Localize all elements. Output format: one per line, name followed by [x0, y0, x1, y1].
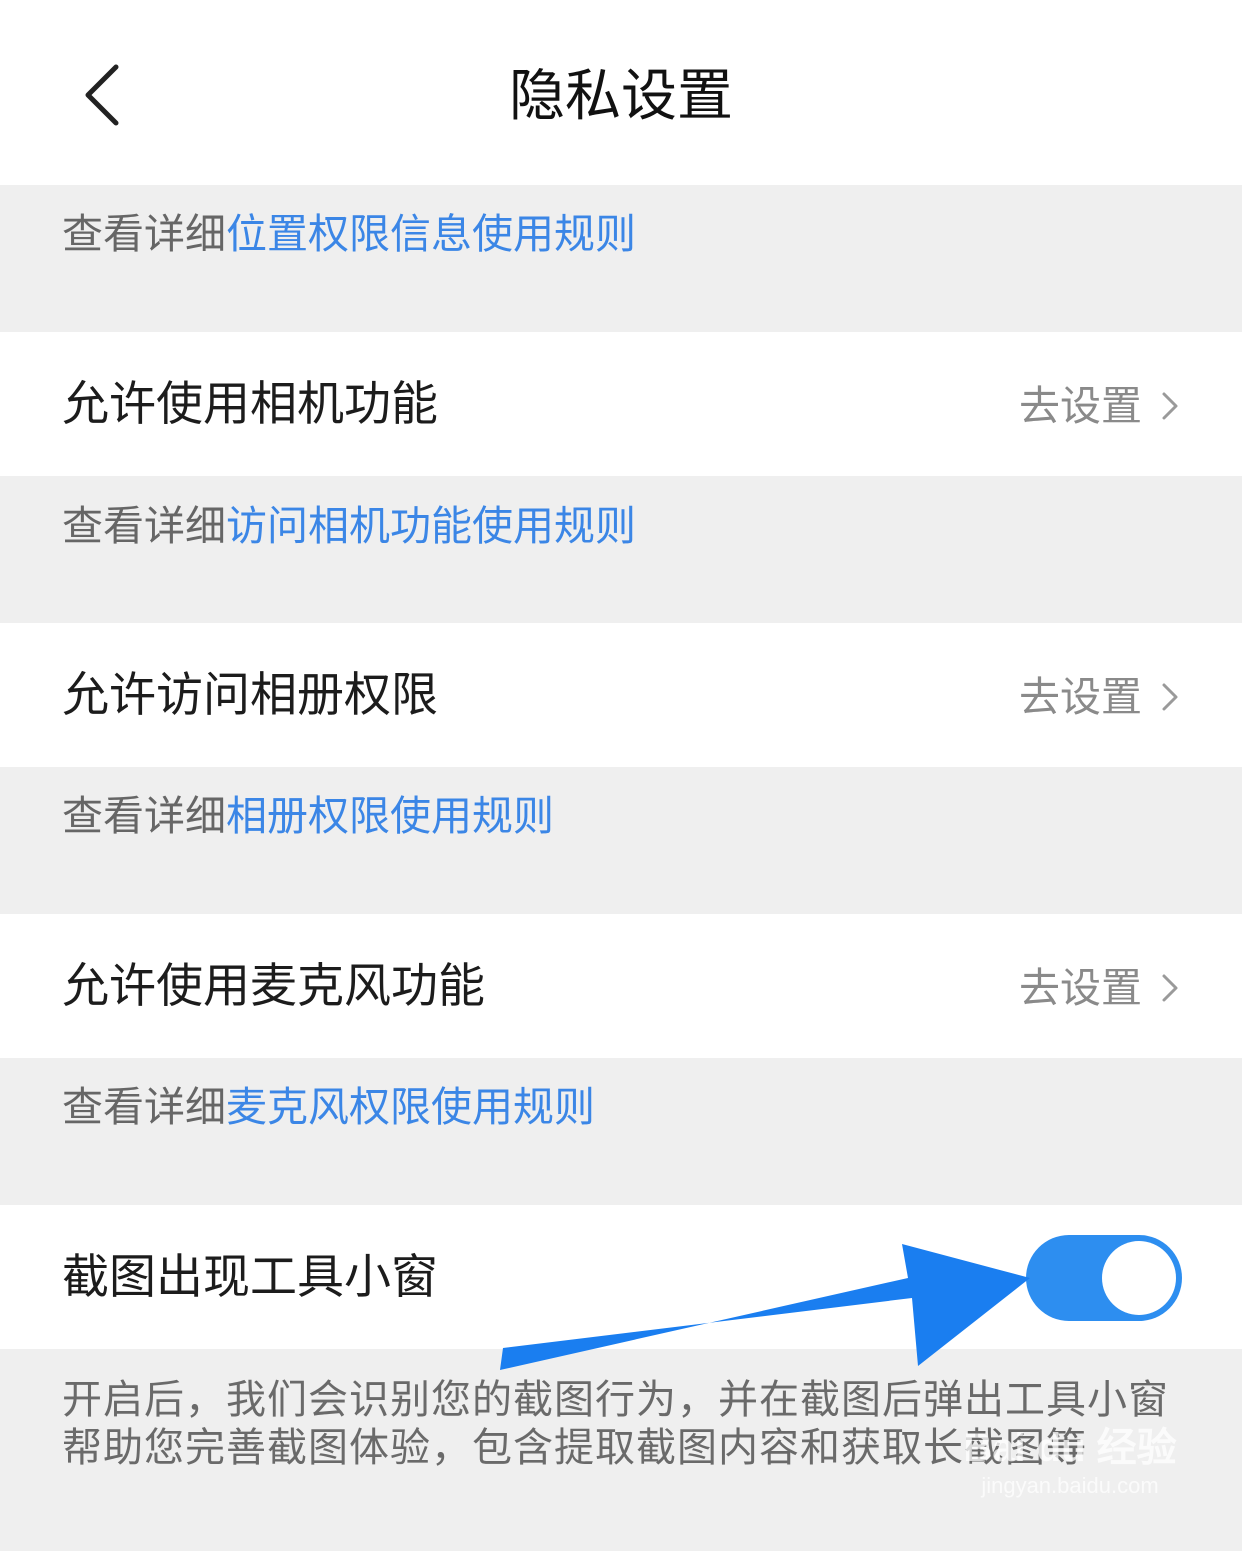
- camera-settings-link[interactable]: 去设置: [1019, 380, 1180, 432]
- location-rules-link[interactable]: 位置权限信息使用规则: [226, 210, 636, 258]
- action-text: 去设置: [1019, 964, 1142, 1012]
- note-prefix: 查看详细: [62, 210, 226, 258]
- setting-row-microphone[interactable]: 允许使用麦克风功能 去设置: [0, 914, 1242, 1058]
- setting-label: 截图出现工具小窗: [62, 1250, 438, 1305]
- setting-label: 允许使用相机功能: [62, 377, 438, 432]
- camera-note: 查看详细访问相机功能使用规则: [62, 500, 636, 552]
- note-prefix: 查看详细: [62, 1083, 226, 1131]
- album-note: 查看详细相册权限使用规则: [62, 790, 554, 842]
- action-text: 去设置: [1019, 382, 1142, 430]
- album-settings-link[interactable]: 去设置: [1019, 671, 1180, 723]
- album-rules-link[interactable]: 相册权限使用规则: [226, 792, 554, 840]
- note-prefix: 查看详细: [62, 502, 226, 550]
- watermark-logo: Bai du 经验: [963, 1426, 1177, 1470]
- microphone-rules-link[interactable]: 麦克风权限使用规则: [226, 1083, 595, 1131]
- screenshot-toolbox-toggle[interactable]: [1026, 1235, 1182, 1321]
- baidu-jingyan-watermark: Bai du 经验 jingyan.baidu.com: [950, 1425, 1190, 1501]
- location-note-text: 查看详细位置权限信息使用规则: [62, 208, 636, 260]
- chevron-right-icon: [1162, 974, 1178, 1002]
- toggle-knob: [1102, 1241, 1176, 1315]
- setting-row-album[interactable]: 允许访问相册权限 去设置: [0, 623, 1242, 767]
- note-prefix: 查看详细: [62, 792, 226, 840]
- microphone-settings-link[interactable]: 去设置: [1019, 962, 1180, 1014]
- page-title: 隐私设置: [509, 64, 733, 129]
- chevron-right-icon: [1162, 683, 1178, 711]
- chevron-right-icon: [1162, 392, 1178, 420]
- watermark-url: jingyan.baidu.com: [981, 1473, 1159, 1498]
- setting-row-camera[interactable]: 允许使用相机功能 去设置: [0, 332, 1242, 476]
- setting-label: 允许使用麦克风功能: [62, 959, 485, 1014]
- setting-label: 允许访问相册权限: [62, 668, 438, 723]
- action-text: 去设置: [1019, 673, 1142, 721]
- microphone-note: 查看详细麦克风权限使用规则: [62, 1081, 595, 1133]
- camera-rules-link[interactable]: 访问相机功能使用规则: [226, 502, 636, 550]
- header-bar: 隐私设置: [0, 0, 1242, 185]
